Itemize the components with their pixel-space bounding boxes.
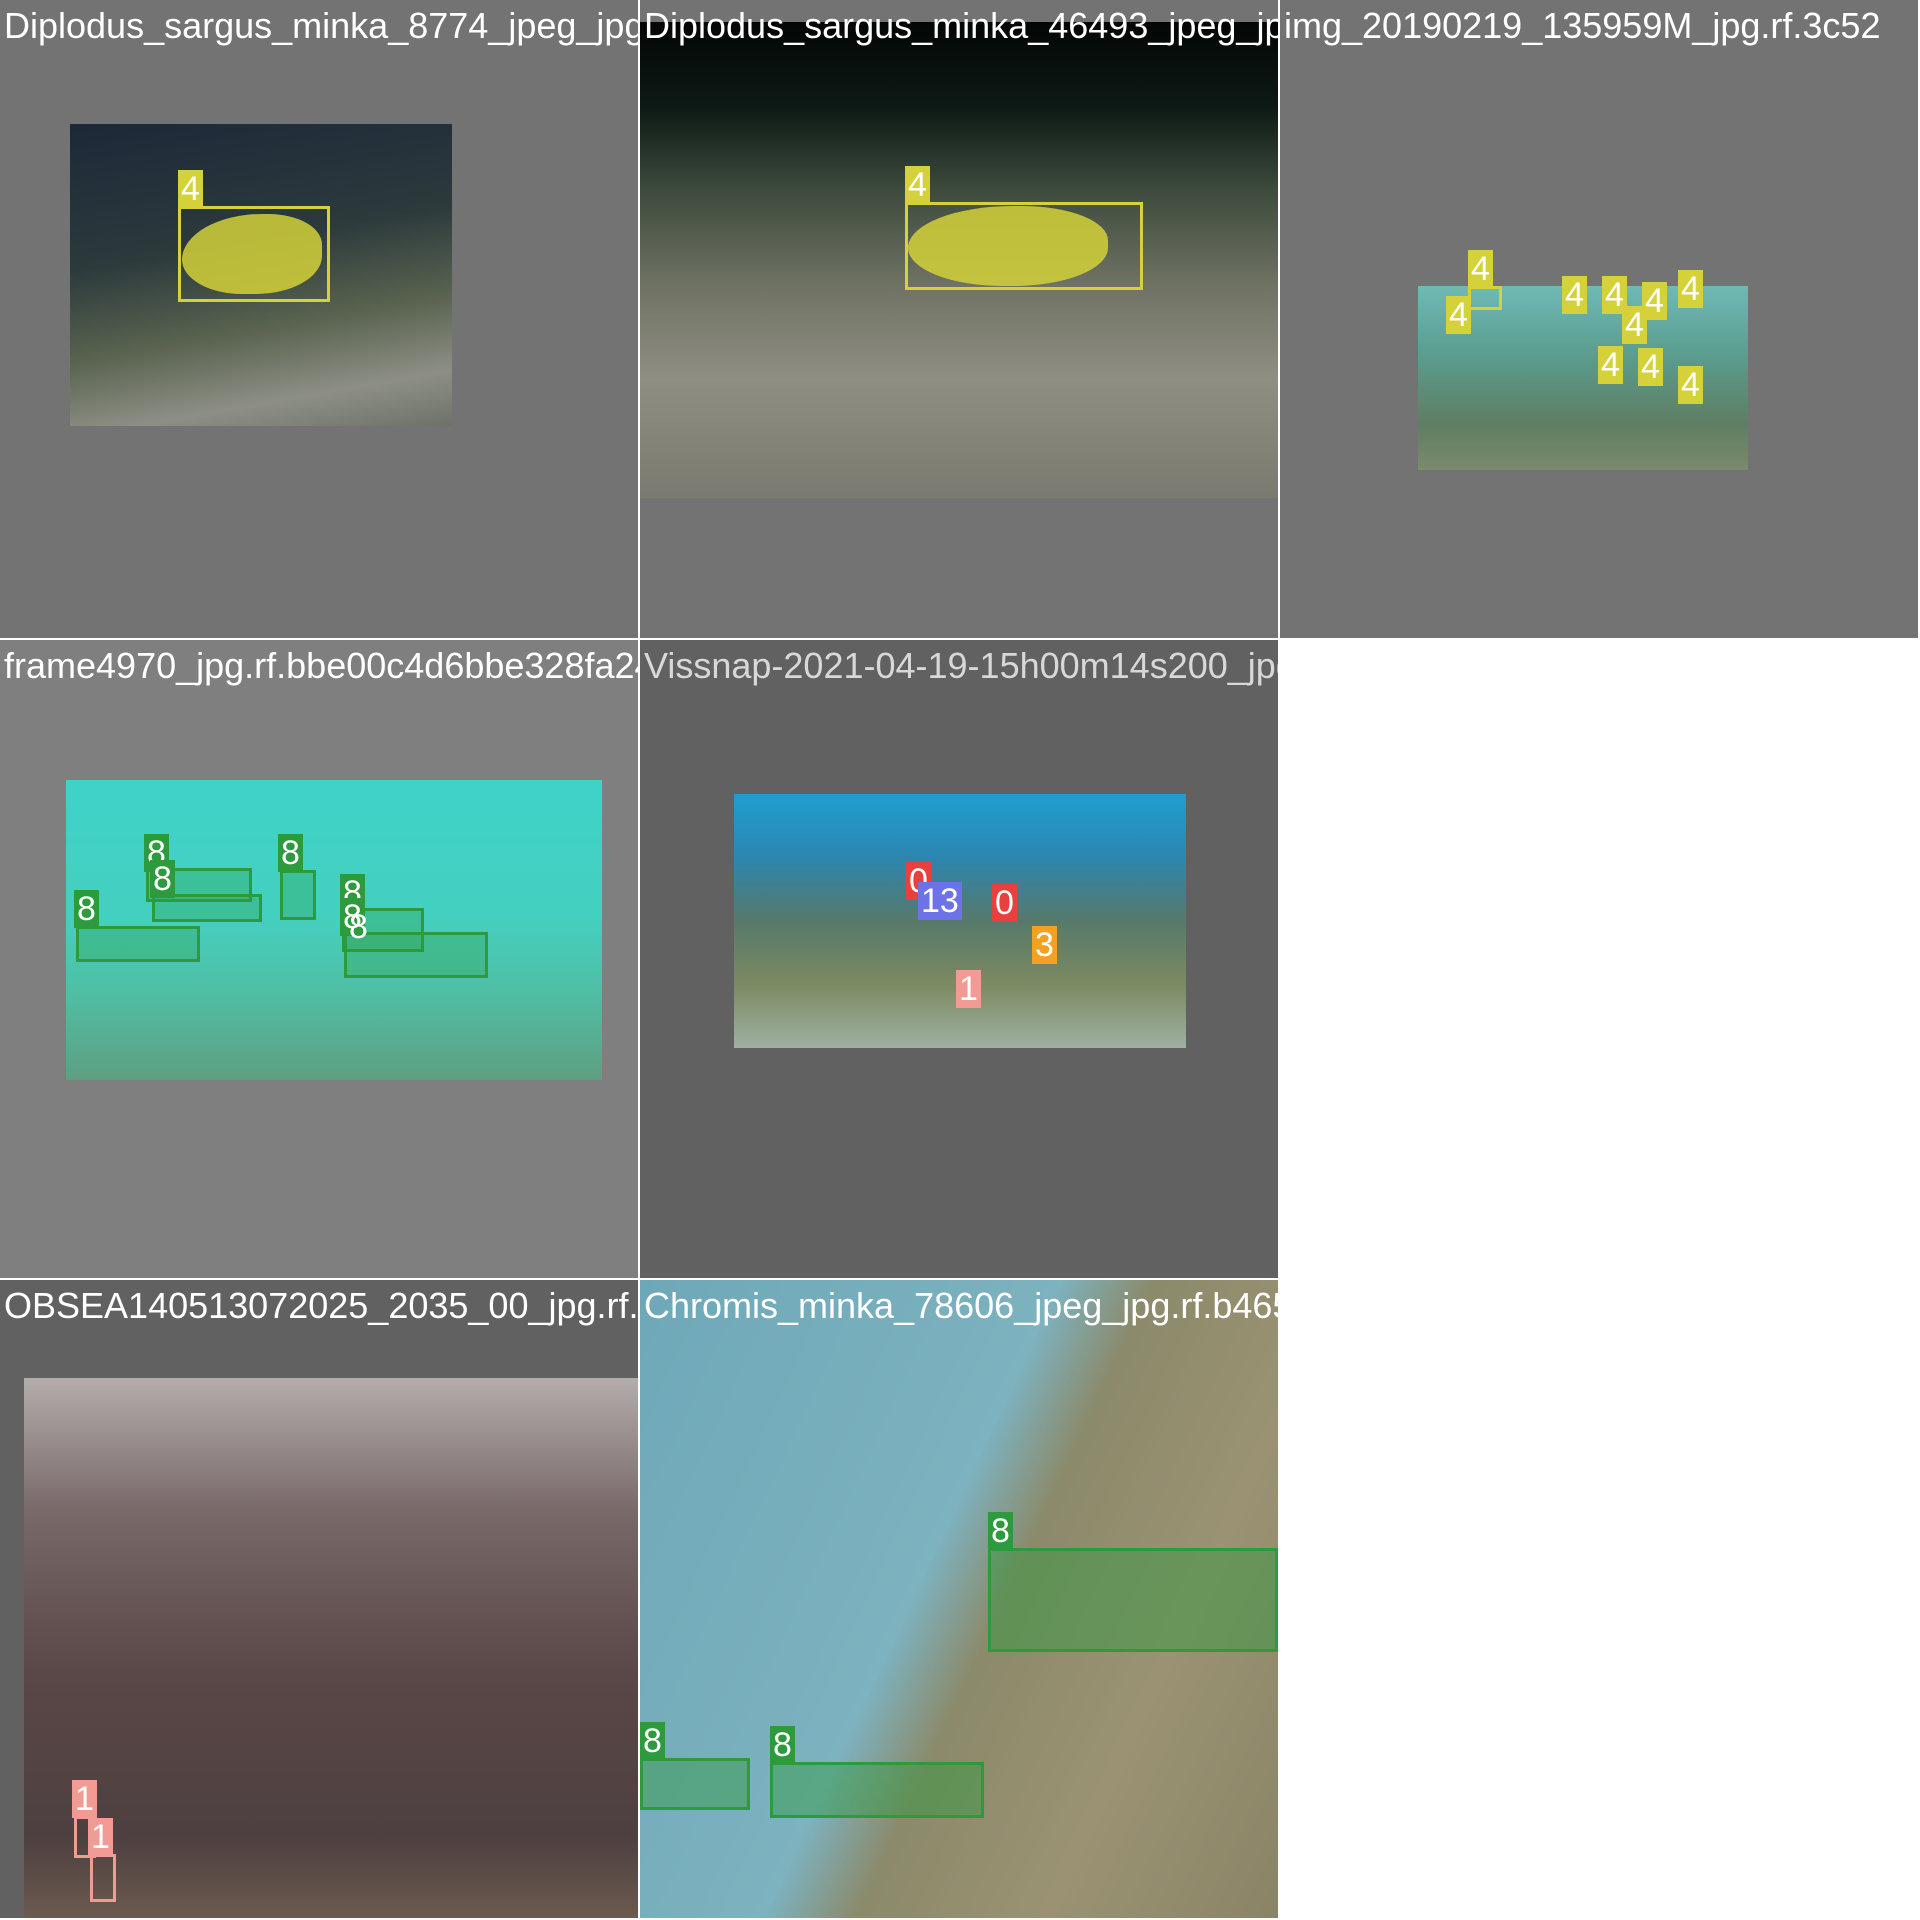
grid-separator [0, 638, 1280, 640]
detection-label: 8 [150, 860, 175, 898]
detection-label: 13 [918, 882, 962, 920]
tile-title: img_20190219_135959M_jpg.rf.3c52 [1284, 5, 1881, 46]
detection-label: 4 [1622, 306, 1647, 344]
detection-label: 8 [988, 1512, 1013, 1550]
detection-label: 1 [88, 1818, 113, 1856]
detection-label: 4 [1562, 276, 1587, 314]
detection-label: 4 [1446, 296, 1471, 334]
tile-title: Diplodus_sargus_minka_46493_jpeg_jpg.rf. [644, 5, 1278, 46]
detection-label: 8 [74, 890, 99, 928]
detection-label: 4 [178, 170, 203, 208]
detection-box [280, 870, 316, 920]
detection-label: 8 [349, 908, 368, 946]
detection-label: 4 [1638, 348, 1663, 386]
detection-label: 4 [905, 166, 930, 204]
mosaic-tile-6: OBSEA140513072025_2035_00_jpg.rf.5f373bd… [0, 1280, 638, 1918]
detection-box [988, 1548, 1278, 1652]
detection-label: 0 [992, 884, 1017, 922]
detection-box [905, 202, 1143, 290]
tile-title: Vissnap-2021-04-19-15h00m14s200_jpg.rf.1 [644, 645, 1278, 686]
detection-box [152, 894, 262, 922]
detection-box [76, 926, 200, 962]
detection-box [90, 1854, 116, 1902]
mosaic-tile-1: Diplodus_sargus_minka_8774_jpeg_jpg.rf.e… [0, 0, 638, 638]
tile-title: Chromis_minka_78606_jpeg_jpg.rf.b46597b7… [644, 1285, 1278, 1326]
detection-label: 3 [1032, 926, 1057, 964]
detection-box [640, 1758, 750, 1810]
detection-label: 4 [1468, 250, 1493, 288]
tile-title: OBSEA140513072025_2035_00_jpg.rf.5f373bd [4, 1285, 638, 1326]
detection-box [1468, 286, 1502, 310]
detection-label: 4 [1678, 366, 1703, 404]
grid-separator [1278, 0, 1280, 640]
tile-title: Diplodus_sargus_minka_8774_jpeg_jpg.rf.e [4, 5, 638, 46]
tile-title: frame4970_jpg.rf.bbe00c4d6bbe328fa246e99 [4, 645, 638, 686]
detection-box [178, 206, 330, 302]
grid-separator [638, 0, 640, 1920]
grid-separator [0, 1278, 1280, 1280]
detection-label: 8 [640, 1722, 665, 1760]
detection-label: 1 [956, 970, 981, 1008]
detection-label: 8 [770, 1726, 795, 1764]
tile-photo [24, 1378, 638, 1918]
mosaic-tile-4: frame4970_jpg.rf.bbe00c4d6bbe328fa246e99… [0, 640, 638, 1278]
detection-label: 4 [1678, 270, 1703, 308]
detection-label: 4 [1598, 346, 1623, 384]
mosaic-tile-5: Vissnap-2021-04-19-15h00m14s200_jpg.rf.1… [640, 640, 1278, 1278]
mosaic-tile-3: img_20190219_135959M_jpg.rf.3c52 4 4 4 4… [1280, 0, 1918, 638]
detection-box [770, 1762, 984, 1818]
detection-label: 1 [72, 1780, 97, 1818]
tile-photo [734, 794, 1186, 1048]
mosaic-tile-2: Diplodus_sargus_minka_46493_jpeg_jpg.rf.… [640, 0, 1278, 638]
mosaic-tile-7: Chromis_minka_78606_jpeg_jpg.rf.b46597b7… [640, 1280, 1278, 1918]
detection-label: 8 [278, 834, 303, 872]
